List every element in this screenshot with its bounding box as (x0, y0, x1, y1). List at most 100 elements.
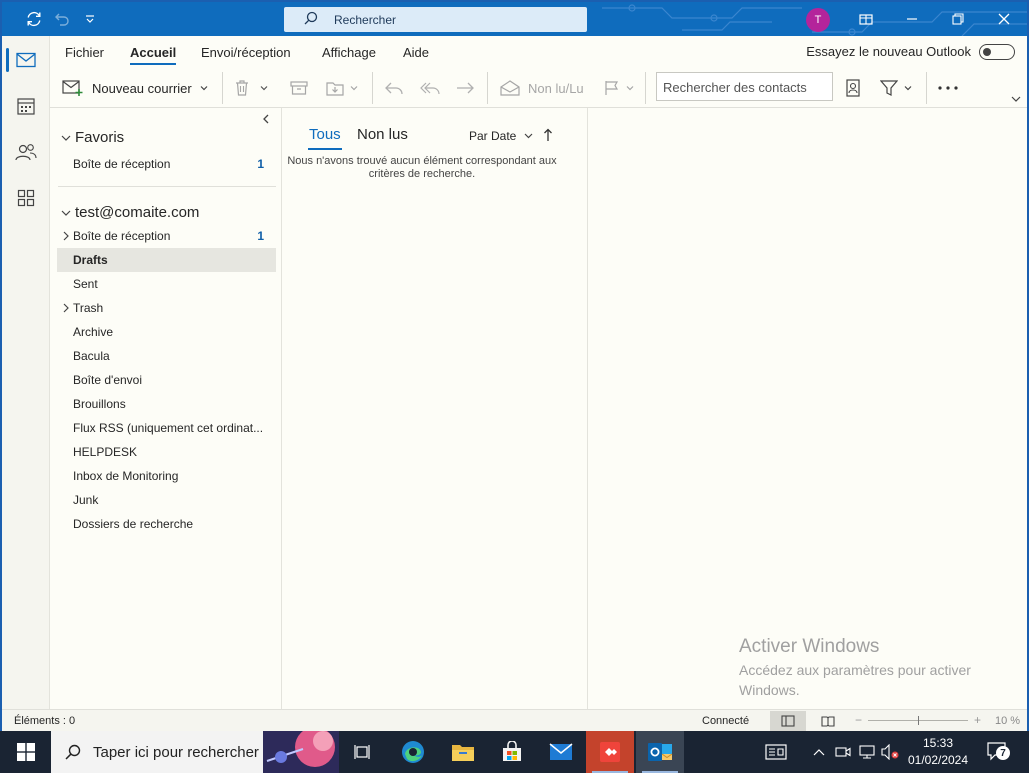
new-mail-label: Nouveau courrier (92, 80, 192, 96)
new-mail-button[interactable]: Nouveau courrier (62, 68, 208, 108)
archive-button[interactable] (290, 68, 308, 108)
folder-item[interactable]: HELPDESK (57, 440, 276, 464)
unread-count: 1 (257, 157, 264, 171)
tab-accueil[interactable]: Accueil (130, 45, 177, 65)
collapse-pane-icon[interactable] (262, 113, 270, 127)
new-mail-icon (62, 80, 83, 96)
system-clock[interactable]: 15:33 01/02/2024 (898, 735, 978, 769)
mail-icon[interactable] (2, 40, 50, 80)
file-explorer-icon[interactable] (445, 731, 481, 773)
filter-email-button[interactable] (880, 68, 912, 108)
tab-affichage[interactable]: Affichage (322, 45, 376, 60)
filter-tab-all[interactable]: Tous (308, 126, 342, 150)
read-unread-label: Non lu/Lu (528, 80, 584, 96)
anydesk-icon[interactable] (586, 731, 634, 773)
meet-now-icon[interactable] (832, 731, 854, 773)
user-avatar[interactable]: T (806, 8, 830, 32)
edge-browser-icon[interactable] (395, 731, 431, 773)
normal-view-icon[interactable] (770, 711, 806, 731)
quick-access-dropdown-icon[interactable] (80, 2, 100, 36)
folder-item[interactable]: Flux RSS (uniquement cet ordinat... (57, 416, 276, 440)
address-book-icon[interactable] (846, 68, 860, 108)
move-button[interactable] (326, 68, 358, 108)
folder-item[interactable]: Sent (57, 272, 276, 296)
task-view-icon[interactable] (345, 731, 381, 773)
sync-icon[interactable] (20, 2, 48, 36)
ribbon-collapse-icon[interactable] (1011, 92, 1021, 106)
news-widget-icon[interactable] (760, 731, 792, 773)
folder-item[interactable]: Drafts (57, 248, 276, 272)
ribbon-separator (487, 72, 488, 104)
mail-app-icon[interactable] (543, 731, 579, 773)
trash-icon (236, 80, 248, 96)
ribbon-separator (926, 72, 927, 104)
folder-item[interactable]: Dossiers de recherche (57, 512, 276, 536)
forward-icon[interactable] (455, 68, 475, 108)
zoom-out-button[interactable]: − (855, 713, 862, 727)
chevron-down-icon (260, 86, 268, 91)
sort-by-dropdown[interactable]: Par Date (469, 129, 533, 143)
account-header[interactable]: test@comaite.com (60, 204, 199, 221)
read-unread-button[interactable]: Non lu/Lu (500, 68, 584, 108)
archive-icon (290, 81, 308, 95)
unread-count: 1 (257, 229, 264, 243)
folder-item[interactable]: Archive (57, 320, 276, 344)
chevron-down-icon (350, 86, 358, 91)
global-search-box[interactable]: Rechercher (284, 7, 587, 32)
new-outlook-toggle[interactable] (979, 44, 1015, 60)
folder-item[interactable]: Brouillons (57, 392, 276, 416)
minimize-icon[interactable] (898, 2, 926, 36)
coming-soon-icon[interactable] (852, 2, 880, 36)
windows-start-icon[interactable] (0, 731, 51, 773)
network-icon[interactable] (856, 731, 878, 773)
connection-status: Connecté (702, 715, 750, 727)
folder-pane: Favoris Boîte de réception 1 test@comait… (50, 108, 282, 709)
tab-aide[interactable]: Aide (403, 45, 429, 60)
sort-label: Par Date (469, 129, 517, 143)
zoom-in-button[interactable]: + (974, 713, 981, 727)
reply-all-icon[interactable] (419, 68, 441, 108)
favorite-inbox[interactable]: Boîte de réception 1 (57, 152, 276, 176)
tab-fichier[interactable]: Fichier (65, 45, 104, 60)
favorites-title: Favoris (75, 129, 125, 146)
zoom-slider-thumb[interactable] (918, 716, 919, 725)
folder-item[interactable]: Junk (57, 488, 276, 512)
ribbon-separator (372, 72, 373, 104)
undo-icon[interactable] (50, 2, 74, 36)
folder-item[interactable]: Inbox de Monitoring (57, 464, 276, 488)
delete-button[interactable] (234, 68, 268, 108)
close-icon[interactable] (990, 2, 1018, 36)
zoom-level[interactable]: 10 % (995, 715, 1020, 727)
folder-item[interactable]: Trash (57, 296, 276, 320)
folder-item[interactable]: Boîte de réception 1 (57, 224, 276, 248)
sort-direction-icon[interactable] (543, 128, 553, 145)
folder-label: Bacula (73, 349, 110, 363)
notifications-icon[interactable]: 7 (982, 731, 1014, 773)
favorites-header[interactable]: Favoris (60, 129, 124, 146)
filter-tab-unread[interactable]: Non lus (357, 126, 408, 143)
restore-icon[interactable] (944, 2, 972, 36)
microsoft-store-icon[interactable] (494, 731, 530, 773)
chevron-down-icon (61, 210, 71, 216)
taskbar-search-box[interactable]: Taper ici pour rechercher (51, 731, 339, 773)
calendar-icon[interactable] (2, 86, 50, 126)
folder-item[interactable]: Boîte d'envoi (57, 368, 276, 392)
show-hidden-icons-icon[interactable] (808, 731, 830, 773)
tab-envoi-reception[interactable]: Envoi/réception (201, 45, 291, 60)
contact-search-input[interactable]: Rechercher des contacts (656, 72, 833, 101)
apps-icon[interactable] (2, 178, 50, 218)
people-icon[interactable] (2, 132, 50, 172)
notification-badge: 7 (996, 746, 1010, 760)
flag-button[interactable] (604, 68, 634, 108)
activation-subtitle: Accédez aux paramètres pour activer Wind… (739, 662, 971, 698)
outlook-taskbar-icon[interactable] (636, 731, 684, 773)
reading-view-icon[interactable] (810, 711, 846, 731)
folder-label: Boîte d'envoi (73, 373, 143, 387)
status-bar: Éléments : 0 Connecté − + 10 % (2, 709, 1027, 731)
chevron-right-icon[interactable] (62, 302, 70, 314)
reply-icon[interactable] (384, 68, 404, 108)
chevron-right-icon[interactable] (62, 230, 70, 242)
folder-item[interactable]: Bacula (57, 344, 276, 368)
activation-title: Activer Windows (739, 636, 880, 657)
more-options-icon[interactable] (938, 68, 958, 108)
